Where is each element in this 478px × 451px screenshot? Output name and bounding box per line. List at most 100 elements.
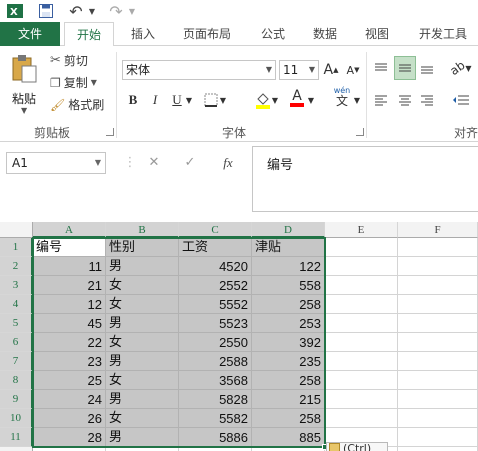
cell-a9[interactable]: 24 bbox=[33, 390, 106, 409]
tab-page-layout[interactable]: 页面布局 bbox=[172, 22, 242, 46]
tab-developer[interactable]: 开发工具 bbox=[408, 22, 478, 46]
more-options-icon[interactable]: ⋮ bbox=[118, 152, 142, 174]
tab-insert[interactable]: 插入 bbox=[120, 22, 166, 46]
cell-c1[interactable]: 工资 bbox=[179, 238, 252, 257]
cell-d5[interactable]: 253 bbox=[252, 314, 325, 333]
cell-e6[interactable] bbox=[325, 333, 398, 352]
phonetic-dropdown-icon[interactable]: ▼ bbox=[352, 90, 362, 110]
row-header-7[interactable]: 7 bbox=[0, 352, 33, 371]
paste-button[interactable]: 粘贴 ▼ bbox=[8, 54, 42, 115]
format-painter-button[interactable]: 🖌 格式刷 bbox=[50, 96, 104, 113]
column-header-a[interactable]: A bbox=[33, 222, 106, 238]
column-header-b[interactable]: B bbox=[106, 222, 179, 238]
row-header-5[interactable]: 5 bbox=[0, 314, 33, 333]
cell-f2[interactable] bbox=[398, 257, 478, 276]
cell-a8[interactable]: 25 bbox=[33, 371, 106, 390]
row-header-11[interactable]: 11 bbox=[0, 428, 33, 447]
cell-e9[interactable] bbox=[325, 390, 398, 409]
cell-f6[interactable] bbox=[398, 333, 478, 352]
cell-c4[interactable]: 5552 bbox=[179, 295, 252, 314]
cell-c8[interactable]: 3568 bbox=[179, 371, 252, 390]
cell-d12[interactable] bbox=[252, 447, 325, 451]
cell-f8[interactable] bbox=[398, 371, 478, 390]
cell-a1[interactable]: 编号 bbox=[33, 238, 106, 257]
cell-c10[interactable]: 5582 bbox=[179, 409, 252, 428]
row-header-6[interactable]: 6 bbox=[0, 333, 33, 352]
cell-a12[interactable] bbox=[33, 447, 106, 451]
redo-icon[interactable]: ↷ bbox=[106, 2, 126, 21]
cell-c6[interactable]: 2550 bbox=[179, 333, 252, 352]
align-center-icon[interactable] bbox=[396, 90, 414, 110]
cell-a10[interactable]: 26 bbox=[33, 409, 106, 428]
orientation-icon[interactable]: ab ▼ bbox=[448, 58, 474, 78]
column-header-d[interactable]: D bbox=[252, 222, 325, 238]
cell-d6[interactable]: 392 bbox=[252, 333, 325, 352]
redo-dropdown-icon[interactable]: ▼ bbox=[126, 2, 138, 20]
decrease-indent-icon[interactable] bbox=[448, 90, 474, 110]
bold-button[interactable]: B bbox=[124, 90, 142, 110]
cell-b11[interactable]: 男 bbox=[106, 428, 179, 447]
cell-d11[interactable]: 885 bbox=[252, 428, 325, 447]
cell-b1[interactable]: 性别 bbox=[106, 238, 179, 257]
cell-c11[interactable]: 5886 bbox=[179, 428, 252, 447]
insert-function-icon[interactable]: fx bbox=[216, 152, 240, 174]
row-header-10[interactable]: 10 bbox=[0, 409, 33, 428]
cell-c5[interactable]: 5523 bbox=[179, 314, 252, 333]
cell-e10[interactable] bbox=[325, 409, 398, 428]
cell-e1[interactable] bbox=[325, 238, 398, 257]
font-dialog-launcher-icon[interactable] bbox=[356, 128, 364, 136]
cell-e5[interactable] bbox=[325, 314, 398, 333]
row-header-1[interactable]: 1 bbox=[0, 238, 33, 257]
cell-a6[interactable]: 22 bbox=[33, 333, 106, 352]
tab-home[interactable]: 开始 bbox=[64, 22, 114, 47]
save-icon[interactable] bbox=[36, 2, 56, 20]
shrink-font-button[interactable]: A ▼ bbox=[344, 60, 362, 80]
cell-c7[interactable]: 2588 bbox=[179, 352, 252, 371]
cell-b5[interactable]: 男 bbox=[106, 314, 179, 333]
fill-color-dropdown-icon[interactable]: ▼ bbox=[270, 90, 280, 110]
font-color-button[interactable]: A bbox=[288, 88, 306, 108]
cell-c2[interactable]: 4520 bbox=[179, 257, 252, 276]
row-header-3[interactable]: 3 bbox=[0, 276, 33, 295]
cell-b9[interactable]: 男 bbox=[106, 390, 179, 409]
phonetic-guide-button[interactable]: wén 文 bbox=[330, 86, 354, 107]
cell-a7[interactable]: 23 bbox=[33, 352, 106, 371]
cancel-icon[interactable]: ✕ bbox=[142, 152, 166, 174]
cell-d1[interactable]: 津贴 bbox=[252, 238, 325, 257]
font-size-combo[interactable]: 11 ▼ bbox=[279, 60, 319, 80]
cell-f12[interactable] bbox=[398, 447, 478, 451]
cell-f4[interactable] bbox=[398, 295, 478, 314]
cut-button[interactable]: ✂ 剪切 bbox=[50, 52, 88, 69]
row-header-4[interactable]: 4 bbox=[0, 295, 33, 314]
cell-d2[interactable]: 122 bbox=[252, 257, 325, 276]
row-header-12[interactable]: 12 bbox=[0, 447, 33, 451]
cell-f10[interactable] bbox=[398, 409, 478, 428]
tab-data[interactable]: 数据 bbox=[302, 22, 348, 46]
cell-f11[interactable] bbox=[398, 428, 478, 447]
column-header-e[interactable]: E bbox=[325, 222, 398, 238]
cell-a5[interactable]: 45 bbox=[33, 314, 106, 333]
cell-e3[interactable] bbox=[325, 276, 398, 295]
tab-view[interactable]: 视图 bbox=[354, 22, 400, 46]
row-header-9[interactable]: 9 bbox=[0, 390, 33, 409]
tab-formulas[interactable]: 公式 bbox=[250, 22, 296, 46]
cell-b10[interactable]: 女 bbox=[106, 409, 179, 428]
copy-button[interactable]: ❐ 复制 ▼ bbox=[50, 74, 97, 91]
cell-b12[interactable] bbox=[106, 447, 179, 451]
borders-dropdown-icon[interactable]: ▼ bbox=[218, 90, 228, 110]
underline-dropdown-icon[interactable]: ▼ bbox=[184, 90, 194, 110]
cell-d7[interactable]: 235 bbox=[252, 352, 325, 371]
cell-f3[interactable] bbox=[398, 276, 478, 295]
name-box[interactable]: A1 ▼ bbox=[6, 152, 106, 174]
align-middle-icon[interactable] bbox=[394, 56, 416, 80]
column-header-f[interactable]: F bbox=[398, 222, 478, 238]
cell-d9[interactable]: 215 bbox=[252, 390, 325, 409]
cell-a11[interactable]: 28 bbox=[33, 428, 106, 447]
align-left-icon[interactable] bbox=[372, 90, 390, 110]
cell-a3[interactable]: 21 bbox=[33, 276, 106, 295]
formula-input[interactable]: 编号 bbox=[252, 146, 478, 212]
cell-a2[interactable]: 11 bbox=[33, 257, 106, 276]
cell-d3[interactable]: 558 bbox=[252, 276, 325, 295]
row-header-2[interactable]: 2 bbox=[0, 257, 33, 276]
cell-c3[interactable]: 2552 bbox=[179, 276, 252, 295]
